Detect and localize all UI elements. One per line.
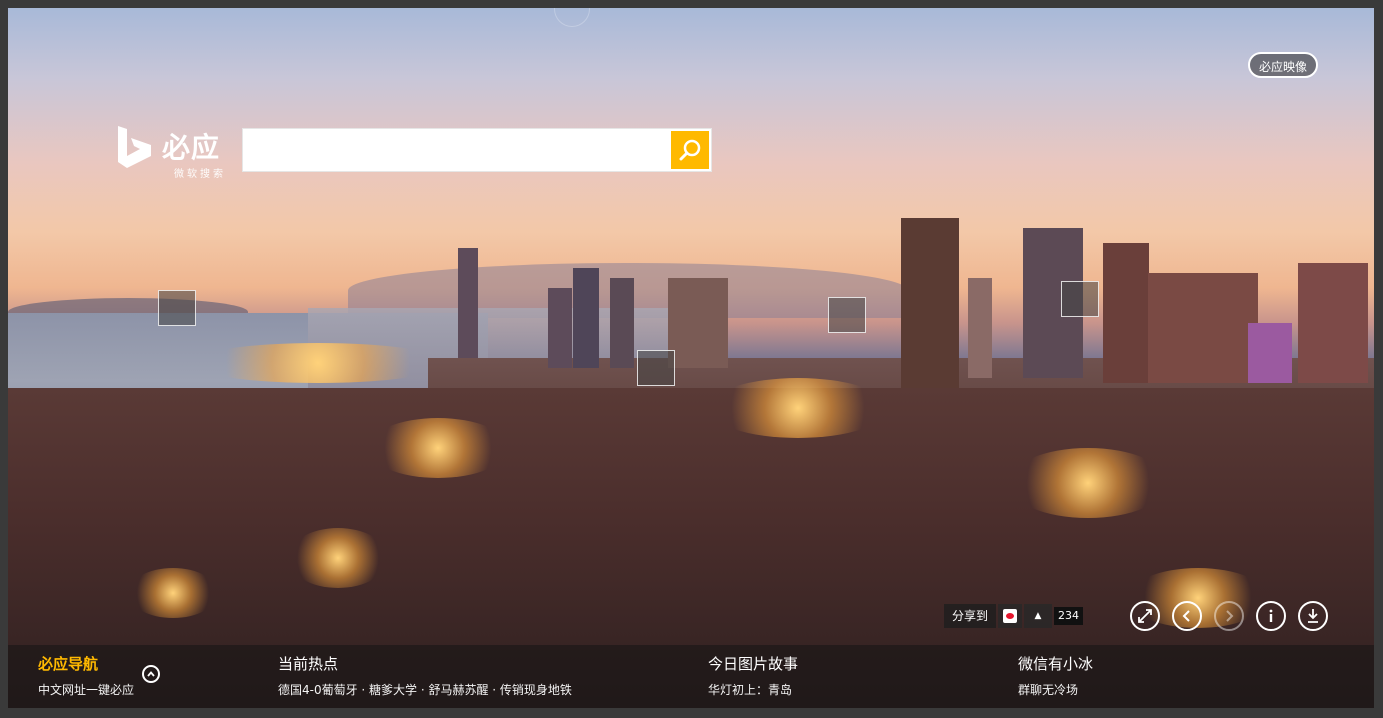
search-icon: [679, 139, 701, 161]
logo-name: 必应: [162, 131, 221, 164]
building: [1103, 243, 1149, 383]
bing-images-button[interactable]: 必应映像: [1248, 52, 1318, 78]
bing-logo[interactable]: 必应 微软搜索: [116, 124, 236, 184]
background-photo: 必应映像 必应 微软搜索 分享到 ▲ 234 必应导航 中文网址一键必应 当前热…: [8, 8, 1374, 708]
building: [573, 268, 599, 368]
wechat-title: 微信有小冰: [1018, 655, 1094, 673]
fullscreen-button[interactable]: [1130, 601, 1160, 631]
wechat-xiaoice-tile[interactable]: 微信有小冰 群聊无冷场: [1018, 655, 1093, 698]
image-info-button[interactable]: [1256, 601, 1286, 631]
building: [1298, 263, 1368, 383]
download-button[interactable]: [1298, 601, 1328, 631]
bing-b-icon: [118, 126, 151, 168]
image-hotspot[interactable]: [158, 290, 196, 326]
next-image-button[interactable]: [1214, 601, 1244, 631]
building: [610, 278, 634, 368]
image-hotspot[interactable]: [637, 350, 675, 386]
download-icon: [1308, 609, 1318, 623]
logo-subtitle: 微软搜索: [174, 169, 226, 180]
bottom-bar: 必应导航 中文网址一键必应 当前热点 德国4-0葡萄牙 · 糖爹大学 · 舒马赫…: [8, 645, 1374, 708]
building: [1248, 323, 1292, 383]
share-bar: 分享到 ▲ 234: [944, 604, 1084, 628]
share-label: 分享到: [944, 604, 997, 628]
building: [458, 248, 478, 358]
image-story-subtitle: 华灯初上：青岛: [708, 683, 793, 697]
building: [668, 278, 728, 368]
chevron-right-icon: [1226, 610, 1234, 622]
previous-image-button[interactable]: [1172, 601, 1202, 631]
share-expand-button[interactable]: ▲: [1024, 604, 1053, 628]
building: [548, 288, 572, 368]
image-hotspot[interactable]: [1061, 281, 1099, 317]
image-hotspot[interactable]: [828, 297, 866, 333]
top-handle: [554, 8, 590, 27]
building: [968, 278, 992, 378]
image-story-title: 今日图片故事: [708, 655, 799, 673]
nav-subtitle: 中文网址一键必应: [38, 683, 135, 697]
building: [1148, 273, 1258, 383]
bing-navigation-tile[interactable]: 必应导航 中文网址一键必应: [38, 655, 160, 698]
image-story-tile[interactable]: 今日图片故事 华灯初上：青岛: [708, 655, 798, 698]
expand-icon: [1138, 609, 1152, 623]
search-button[interactable]: [671, 131, 709, 169]
weibo-icon: [1003, 609, 1018, 623]
nav-title: 必应导航: [38, 655, 99, 673]
hot-topics-list[interactable]: 德国4-0葡萄牙 · 糖爹大学 · 舒马赫苏醒 · 传销现身地铁: [278, 682, 572, 698]
share-weibo-button[interactable]: [998, 604, 1023, 628]
chevron-up-icon: [147, 671, 155, 677]
hot-topics-title: 当前热点: [278, 655, 339, 673]
wechat-subtitle: 群聊无冷场: [1018, 683, 1079, 697]
info-icon: [1269, 609, 1273, 622]
search-input[interactable]: [249, 135, 663, 167]
search-box: [242, 128, 712, 172]
nav-toggle-button[interactable]: [142, 665, 160, 683]
share-count: 234: [1054, 607, 1084, 625]
chevron-left-icon: [1182, 610, 1190, 622]
building: [901, 218, 959, 388]
hot-topics-tile[interactable]: 当前热点 德国4-0葡萄牙 · 糖爹大学 · 舒马赫苏醒 · 传销现身地铁: [278, 655, 572, 698]
